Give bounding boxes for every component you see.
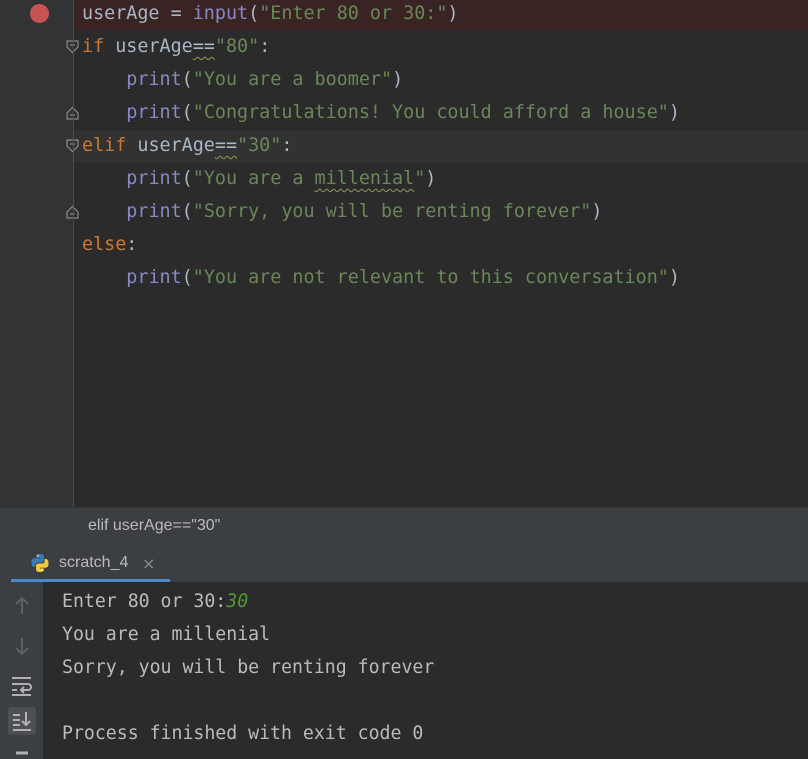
run-toolbar (0, 582, 43, 759)
code-token: else (82, 234, 127, 255)
code-line[interactable]: print("Congratulations! You could afford… (82, 103, 680, 123)
code-token: "You are a (192, 168, 315, 189)
code-line[interactable]: print("You are a millenial") (82, 169, 436, 189)
code-token: ( (181, 69, 193, 90)
code-token: print (126, 168, 182, 189)
code-token: == (214, 135, 238, 156)
python-icon (30, 553, 50, 573)
code-token: ) (668, 267, 680, 288)
code-token: millenial (314, 168, 415, 189)
code-token: "30" (237, 135, 282, 156)
arrow-up-icon[interactable] (8, 592, 36, 620)
code-line[interactable]: userAge = input("Enter 80 or 30:") (82, 4, 459, 24)
code-token: ) (447, 3, 459, 24)
arrow-down-icon[interactable] (8, 632, 36, 660)
code-token: "Congratulations! You could afford a hou… (192, 102, 669, 123)
code-token: ( (181, 267, 193, 288)
console-line: Enter 80 or 30:30 (62, 592, 248, 612)
code-line[interactable]: elif userAge=="30": (82, 136, 292, 156)
soft-wrap-icon[interactable] (8, 671, 36, 699)
tab-label[interactable]: scratch_4 (59, 554, 128, 572)
code-token: : (259, 36, 271, 57)
code-token: userAge (126, 135, 215, 156)
breadcrumb[interactable]: elif userAge=="30" (0, 507, 808, 545)
close-icon[interactable]: × (142, 554, 155, 573)
code-token: print (126, 69, 182, 90)
scroll-to-end-icon[interactable] (8, 707, 36, 735)
code-token: elif (82, 135, 127, 156)
tab-scratch-4[interactable]: scratch_4 × (11, 544, 170, 582)
code-token: "You are not relevant to this conversati… (192, 267, 669, 288)
code-editor[interactable]: userAge = input("Enter 80 or 30:") if use… (0, 0, 808, 507)
code-line[interactable]: print("Sorry, you will be renting foreve… (82, 202, 602, 222)
ide-window: userAge = input("Enter 80 or 30:") if use… (0, 0, 808, 759)
code-line[interactable]: print("You are not relevant to this conv… (82, 268, 680, 288)
code-token: print (126, 201, 182, 222)
code-line[interactable]: print("You are a boomer") (82, 70, 403, 90)
run-tab-bar: scratch_4 × (0, 544, 808, 582)
code-token: " (414, 168, 426, 189)
code-token: userAge (104, 36, 193, 57)
code-token: print (126, 267, 182, 288)
code-token: if (82, 36, 105, 57)
code-token: ( (248, 3, 260, 24)
code-token: ) (591, 201, 603, 222)
code-token: : (281, 135, 293, 156)
code-line[interactable]: if userAge=="80": (82, 37, 270, 57)
code-token: print (126, 102, 182, 123)
console-line: You are a millenial (62, 624, 271, 645)
collapse-icon[interactable] (8, 745, 36, 759)
console-user-input: 30 (226, 591, 249, 612)
console-line: Sorry, you will be renting forever (62, 657, 435, 678)
code-token: ( (181, 102, 193, 123)
breadcrumb-item[interactable]: elif userAge=="30" (88, 517, 220, 535)
console-exit-message: Process finished with exit code 0 (62, 723, 424, 744)
code-token: ( (181, 201, 193, 222)
code-token: == (192, 36, 215, 57)
code-token: ) (668, 102, 680, 123)
breakpoint-icon[interactable] (30, 4, 49, 23)
gutter-separator (73, 0, 74, 507)
code-token: ) (425, 168, 437, 189)
code-token: "Enter 80 or 30:" (259, 3, 448, 24)
code-token: input (192, 3, 249, 24)
run-console-output[interactable]: Enter 80 or 30:30 You are a millenial So… (43, 582, 808, 759)
code-token: ) (392, 69, 404, 90)
code-token: "80" (214, 36, 260, 57)
console-prompt: Enter 80 or 30: (62, 591, 227, 612)
editor-gutter[interactable] (0, 0, 79, 507)
code-token: : (126, 234, 138, 255)
code-token: "You are a boomer" (192, 69, 393, 90)
code-line[interactable]: else: (82, 235, 137, 255)
code-token: ( (181, 168, 193, 189)
code-token: userAge = (82, 3, 193, 24)
code-token: "Sorry, you will be renting forever" (192, 201, 592, 222)
